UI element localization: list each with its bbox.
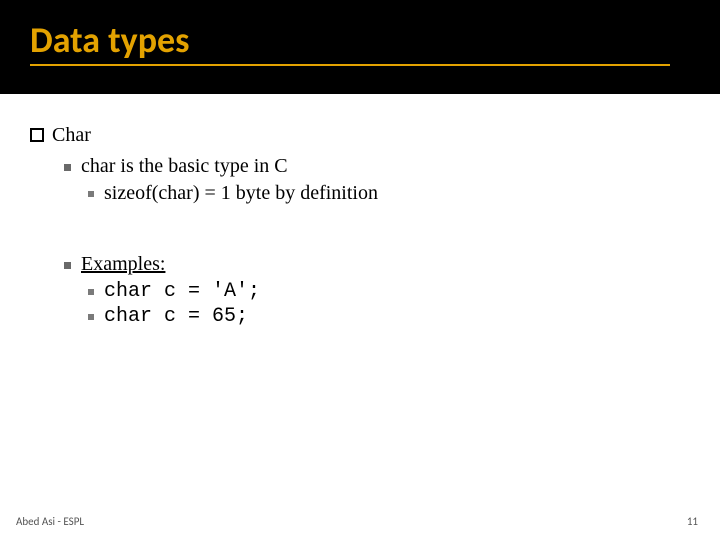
square-outline-icon	[30, 128, 44, 142]
bullet-lvl2: Examples:	[64, 253, 680, 276]
bullet-lvl3: char c = 'A';	[88, 280, 680, 303]
square-tiny-icon	[88, 191, 94, 197]
slide-content: Char char is the basic type in C sizeof(…	[0, 94, 720, 328]
footer-author: Abed Asi - ESPL	[16, 515, 84, 528]
lvl3-text: char c = 65;	[104, 305, 248, 328]
lvl3-text: char c = 'A';	[104, 280, 260, 303]
slide-title: Data types	[30, 18, 670, 66]
bullet-lvl3: sizeof(char) = 1 byte by definition	[88, 182, 680, 205]
lvl2-text: char is the basic type in C	[81, 155, 288, 178]
bullet-lvl3: char c = 65;	[88, 305, 680, 328]
page-number: 11	[687, 515, 698, 528]
slide: Data types Char char is the basic type i…	[0, 0, 720, 540]
square-tiny-icon	[88, 314, 94, 320]
slide-header: Data types	[0, 0, 720, 94]
square-small-icon	[64, 262, 71, 269]
bullet-lvl2-group: Examples: char c = 'A'; char c = 65;	[64, 253, 680, 328]
square-tiny-icon	[88, 289, 94, 295]
lvl3-text: sizeof(char) = 1 byte by definition	[104, 182, 378, 205]
bullet-lvl2: char is the basic type in C	[64, 155, 680, 178]
square-small-icon	[64, 164, 71, 171]
bullet-lvl3-group: char c = 'A'; char c = 65;	[88, 280, 680, 328]
lvl1-text: Char	[52, 124, 91, 147]
bullet-lvl1: Char char is the basic type in C sizeof(…	[30, 124, 680, 205]
bullet-lvl3-group: sizeof(char) = 1 byte by definition	[88, 182, 680, 205]
lvl2-text: Examples:	[81, 253, 165, 276]
bullet-lvl2-group: char is the basic type in C sizeof(char)…	[64, 155, 680, 205]
